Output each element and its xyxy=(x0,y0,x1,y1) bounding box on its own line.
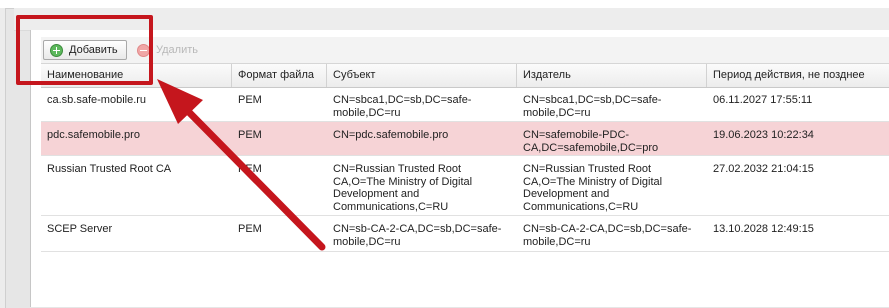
annotation-arrow xyxy=(157,79,326,251)
